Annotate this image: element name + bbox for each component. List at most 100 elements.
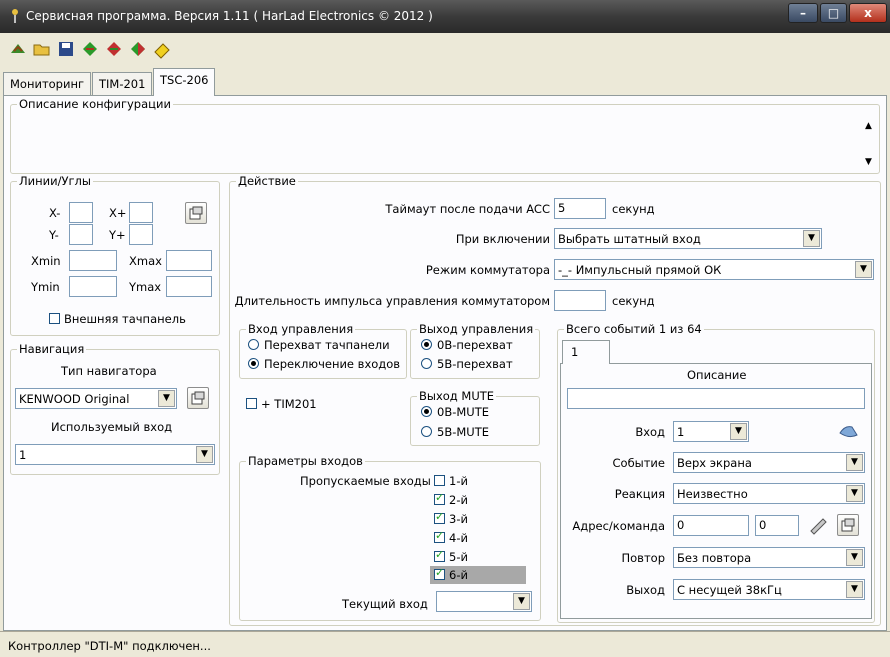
radio-circle[interactable] [421,339,432,350]
skip-input-6-checkbox[interactable]: 6-й [434,566,468,582]
skip-input-3-checkbox[interactable]: 3-й [434,510,468,526]
current-input-select[interactable]: ▼ [436,591,532,612]
x-plus-label: X+ [109,206,127,220]
chevron-down-icon[interactable]: ▼ [846,581,863,598]
switch-inputs-radio[interactable]: Переключение входов [248,357,400,371]
checkbox-box[interactable] [246,398,257,409]
0v-intercept-radio[interactable]: 0В-перехват [421,338,513,352]
read-device-icon[interactable] [80,39,100,59]
chevron-down-icon[interactable]: ▼ [846,485,863,502]
chevron-down-icon[interactable]: ▼ [513,593,530,610]
input-params-legend: Параметры входов [246,454,365,468]
connect-icon[interactable] [8,39,28,59]
x-plus-input[interactable] [129,202,153,223]
event-description-input[interactable] [567,388,865,409]
pulse-duration-label: Длительность импульса управления коммута… [234,294,550,308]
scroll-down-icon[interactable]: ▼ [865,157,872,167]
radio-circle[interactable] [421,406,432,417]
chevron-down-icon[interactable]: ▼ [158,390,175,407]
x-minus-input[interactable] [69,202,93,223]
output-select[interactable]: С несущей 38кГц ▼ [673,579,865,600]
radio-circle[interactable] [421,358,432,369]
checkbox-box[interactable] [434,566,445,580]
tim201-checkbox[interactable]: + TIM201 [246,397,317,411]
navigator-settings-button[interactable] [187,387,209,409]
repeat-select[interactable]: Без повтора ▼ [673,547,865,568]
title-bar[interactable]: Сервисная программа. Версия 1.11 ( HarLa… [0,0,890,33]
pulse-duration-input[interactable] [554,290,606,311]
0b-mute-radio[interactable]: 0B-MUTE [421,405,489,419]
xmin-input[interactable] [69,250,117,271]
tab-tsc206[interactable]: TSC-206 [153,68,216,96]
write-device-icon[interactable] [104,39,124,59]
y-plus-input[interactable] [129,224,153,245]
chevron-down-icon[interactable]: ▼ [803,230,820,247]
pulse-duration-unit: секунд [612,294,655,308]
event-type-label: Событие [612,456,666,470]
chevron-down-icon[interactable]: ▼ [855,261,872,278]
intercept-touchpanel-radio[interactable]: Перехват тачпанели [248,338,390,352]
ymin-input[interactable] [69,276,117,297]
checkbox-box[interactable] [434,529,445,543]
address-command-label: Адрес/команда [572,519,665,533]
close-button[interactable]: x [849,3,887,23]
edit-command-button[interactable] [807,515,831,537]
5v-intercept-radio[interactable]: 5В-перехват [421,357,513,371]
tab-monitoring[interactable]: Мониторинг [3,72,92,95]
reaction-select[interactable]: Неизвестно ▼ [673,483,865,504]
command-input[interactable]: 0 [755,515,799,536]
chevron-down-icon[interactable]: ▼ [846,549,863,566]
5b-mute-radio[interactable]: 5B-MUTE [421,425,489,439]
skip-input-4-checkbox[interactable]: 4-й [434,529,468,545]
maximize-button[interactable]: □ [820,3,847,23]
radio-circle[interactable] [248,358,259,369]
defaults-icon[interactable] [128,39,148,59]
navigator-type-select[interactable]: KENWOOD Original ▼ [15,388,177,409]
chevron-down-icon[interactable]: ▼ [730,423,747,440]
checkbox-box[interactable] [434,510,445,524]
xmax-input[interactable] [166,250,212,271]
command-settings-button[interactable] [837,514,859,536]
checkbox-box[interactable] [434,548,445,562]
control-output-group: Выход управления 0В-перехват 5В-перехват [410,322,540,379]
external-touchpanel-checkbox[interactable]: Внешняя тачпанель [49,312,186,326]
checkbox-box[interactable] [434,491,445,505]
event-type-select[interactable]: Верх экрана ▼ [673,452,865,473]
mute-output-legend: Выход MUTE [417,389,497,403]
skip-input-5-checkbox[interactable]: 5-й [434,548,468,564]
skip-input-2-checkbox[interactable]: 2-й [434,491,468,507]
lines-settings-button[interactable] [185,202,207,224]
description-scrollbar[interactable]: ▲ ▼ [863,111,877,169]
on-power-label: При включении [455,232,550,246]
toolbar [0,33,890,63]
learn-signal-button[interactable] [837,421,861,443]
tab-tim201[interactable]: TIM-201 [92,72,153,95]
status-text: Контроллер "DTI-M" подключен... [8,639,211,653]
save-icon[interactable] [56,39,76,59]
used-input-label: Используемый вход [51,420,173,434]
scroll-up-icon[interactable]: ▲ [865,121,872,131]
checkbox-box[interactable] [434,475,445,486]
used-input-select[interactable]: 1 ▼ [15,444,215,465]
checkbox-box[interactable] [49,313,60,324]
on-power-select[interactable]: Выбрать штатный вход ▼ [554,228,822,249]
repeat-label: Повтор [621,551,666,565]
eraser-icon[interactable] [152,39,172,59]
radio-circle[interactable] [421,426,432,437]
on-power-value: Выбрать штатный вход [558,232,701,246]
timeout-input[interactable]: 5 [554,198,606,219]
y-minus-input[interactable] [69,224,93,245]
chevron-down-icon[interactable]: ▼ [846,454,863,471]
switch-inputs-label: Переключение входов [264,357,401,371]
event-tab-1[interactable]: 1 [562,340,610,364]
ymax-input[interactable] [166,276,212,297]
switch-mode-select[interactable]: -_- Импульсный прямой ОК ▼ [554,259,874,280]
open-folder-icon[interactable] [32,39,52,59]
skip-input-1-checkbox[interactable]: 1-й [434,474,468,488]
radio-circle[interactable] [248,339,259,350]
address-input[interactable]: 0 [673,515,749,536]
minimize-button[interactable]: – [788,3,818,23]
chevron-down-icon[interactable]: ▼ [196,446,213,463]
event-input-select[interactable]: 1 ▼ [673,421,749,442]
navigator-type-value: KENWOOD Original [19,392,130,406]
